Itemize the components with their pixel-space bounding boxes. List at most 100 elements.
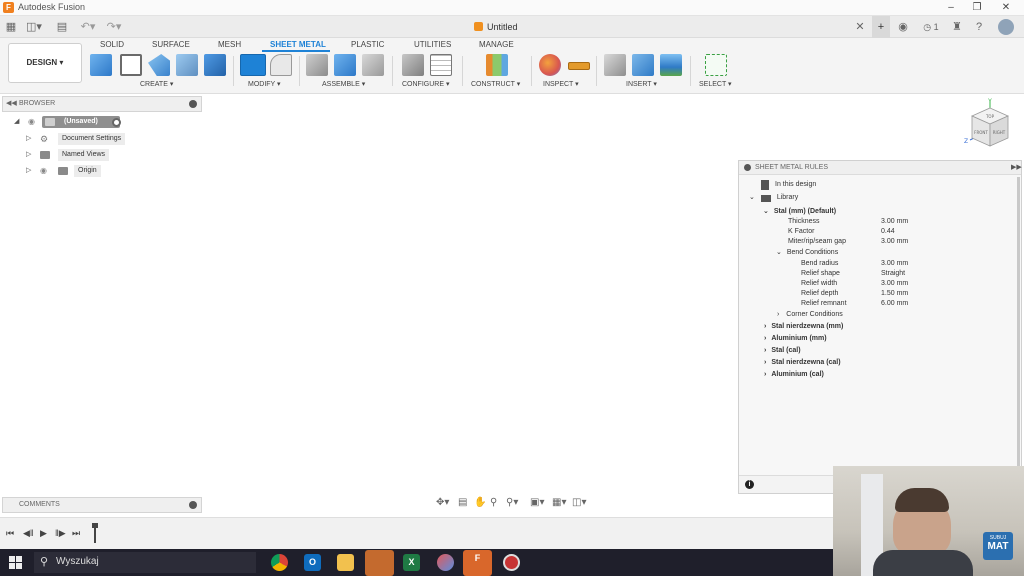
visibility-eye-icon[interactable]: ◉ bbox=[40, 165, 47, 177]
comments-panel-header[interactable]: COMMENTS bbox=[2, 497, 202, 513]
bend-prop-value[interactable]: 3.00 mm bbox=[881, 259, 908, 269]
insert-canvas-icon[interactable] bbox=[660, 54, 682, 76]
notifications-icon[interactable]: ♜ bbox=[950, 16, 964, 38]
fusion-taskbar-icon[interactable]: F bbox=[463, 550, 492, 576]
rule-item[interactable]: › Aluminium (cal) bbox=[764, 370, 824, 380]
rule-item[interactable]: › Stal nierdzewna (cal) bbox=[764, 358, 841, 368]
apps-grid-icon[interactable]: ▦ bbox=[4, 16, 18, 38]
orbit-icon[interactable]: ✥▾ bbox=[436, 497, 449, 508]
rule-item[interactable]: › Stal (cal) bbox=[764, 346, 801, 356]
windows-start-icon[interactable] bbox=[9, 556, 22, 569]
play-icon[interactable]: ▶ bbox=[40, 528, 47, 539]
corner-conditions-group[interactable]: › Corner Conditions bbox=[777, 310, 843, 320]
bend-prop-value[interactable]: 1.50 mm bbox=[881, 289, 908, 299]
bend-prop-value[interactable]: 6.00 mm bbox=[881, 299, 908, 309]
group-insert-label[interactable]: INSERT ▾ bbox=[626, 80, 657, 88]
box-icon[interactable] bbox=[204, 54, 226, 76]
refold-icon[interactable] bbox=[270, 54, 292, 76]
rule-item[interactable]: › Aluminium (mm) bbox=[764, 334, 827, 344]
browser-item-origin[interactable]: ▷ ◉ Origin bbox=[24, 165, 108, 177]
bend-conditions-group[interactable]: ⌄ Bend Conditions bbox=[776, 248, 838, 258]
group-create-label[interactable]: CREATE ▾ bbox=[140, 80, 173, 88]
help-icon[interactable]: ? bbox=[972, 16, 986, 38]
workspace-switcher[interactable]: DESIGN ▾ bbox=[8, 43, 82, 83]
zoom-icon[interactable]: ⚲ bbox=[490, 497, 497, 508]
expand-chevron-icon[interactable]: › bbox=[777, 311, 779, 318]
insert-mcmaster-icon[interactable] bbox=[632, 54, 654, 76]
visibility-eye-icon[interactable]: ◉ bbox=[28, 116, 35, 128]
document-tab[interactable]: Untitled bbox=[474, 20, 518, 35]
group-modify-label[interactable]: MODIFY ▾ bbox=[248, 80, 281, 88]
step-forward-icon[interactable]: ‖▶ bbox=[55, 528, 66, 539]
insert-derive-icon[interactable] bbox=[604, 54, 626, 76]
expand-triangle-icon[interactable]: ▷ bbox=[26, 149, 31, 161]
viewports-icon[interactable]: ◫▾ bbox=[572, 497, 586, 508]
grid-icon[interactable]: ▦▾ bbox=[552, 497, 566, 508]
tab-surface[interactable]: SURFACE bbox=[152, 40, 190, 49]
fit-icon[interactable]: ⚲▾ bbox=[506, 497, 518, 508]
bend-prop-value[interactable]: Straight bbox=[881, 269, 905, 279]
recorder-icon[interactable] bbox=[503, 554, 520, 571]
minimize-icon[interactable]: – bbox=[944, 1, 958, 15]
prop-value[interactable]: 0.44 bbox=[881, 227, 895, 237]
viewcube[interactable]: TOP FRONT RIGHT Y Z bbox=[962, 96, 1016, 152]
rules-panel-header[interactable]: SHEET METAL RULES ▶▶ bbox=[739, 161, 1022, 175]
taskbar-search[interactable]: ⚲ Wyszukaj bbox=[34, 552, 256, 573]
maximize-icon[interactable]: ❐ bbox=[970, 1, 984, 15]
tab-manage[interactable]: MANAGE bbox=[479, 40, 514, 49]
screen-capture-icon[interactable] bbox=[365, 550, 394, 576]
rules-scrollbar[interactable] bbox=[1017, 177, 1020, 477]
tab-utilities[interactable]: UTILITIES bbox=[414, 40, 451, 49]
pan-hand-icon[interactable]: ✋ bbox=[474, 497, 486, 508]
look-at-icon[interactable]: ▤ bbox=[458, 497, 467, 508]
file-explorer-icon[interactable] bbox=[337, 554, 354, 571]
info-icon[interactable]: i bbox=[745, 480, 754, 489]
new-component-icon[interactable] bbox=[90, 54, 112, 76]
bend-prop-value[interactable]: 3.00 mm bbox=[881, 279, 908, 289]
expand-triangle-icon[interactable]: ▷ bbox=[26, 165, 31, 177]
measure-appearance-icon[interactable] bbox=[539, 54, 561, 76]
go-to-start-icon[interactable]: ⏮ bbox=[6, 528, 14, 539]
collapse-chevron-icon[interactable]: ⌄ bbox=[776, 249, 782, 256]
expand-panel-icon[interactable]: ▶▶ bbox=[1011, 163, 1022, 171]
new-tab-icon[interactable]: + bbox=[872, 16, 890, 38]
excel-icon[interactable]: X bbox=[403, 554, 420, 571]
flange-icon[interactable] bbox=[148, 54, 170, 76]
browser-root-item[interactable]: ◢ ◉ (Unsaved) bbox=[12, 116, 132, 128]
tab-plastic[interactable]: PLASTIC bbox=[351, 40, 384, 49]
create-sketch-icon[interactable] bbox=[120, 54, 142, 76]
offset-plane-icon[interactable] bbox=[486, 54, 508, 76]
browser-item-named-views[interactable]: ▷ Named Views bbox=[24, 149, 114, 161]
display-settings-icon[interactable]: ▣▾ bbox=[530, 497, 544, 508]
as-built-joint-icon[interactable] bbox=[362, 54, 384, 76]
collapse-chevron-icon[interactable]: ⌄ bbox=[749, 194, 755, 201]
unfold-icon[interactable] bbox=[240, 54, 266, 76]
paint-icon[interactable] bbox=[437, 554, 454, 571]
configuration-table-icon[interactable] bbox=[430, 54, 452, 76]
expand-triangle-icon[interactable]: ▷ bbox=[26, 133, 31, 145]
go-to-end-icon[interactable]: ⏭ bbox=[72, 528, 80, 539]
step-back-icon[interactable]: ◀‖ bbox=[23, 528, 34, 539]
user-avatar[interactable] bbox=[998, 19, 1014, 35]
undo-icon[interactable]: ↶▾ bbox=[78, 16, 98, 38]
rules-in-this-design[interactable]: In this design bbox=[761, 180, 816, 190]
collapse-triangle-icon[interactable]: ◢ bbox=[14, 116, 19, 128]
group-select-label[interactable]: SELECT ▾ bbox=[699, 80, 732, 88]
collapse-panel-icon[interactable]: ◀◀ bbox=[6, 99, 17, 107]
activate-radio-icon[interactable] bbox=[112, 118, 121, 127]
redo-icon[interactable]: ↷▾ bbox=[104, 16, 124, 38]
file-menu-icon[interactable]: ◫▾ bbox=[26, 16, 42, 38]
tab-solid[interactable]: SOLID bbox=[100, 40, 124, 49]
prop-value[interactable]: 3.00 mm bbox=[881, 237, 908, 247]
joint-icon[interactable] bbox=[306, 54, 328, 76]
rule-item[interactable]: › Stal nierdzewna (mm) bbox=[764, 322, 843, 332]
panel-pin-icon[interactable] bbox=[189, 501, 197, 509]
group-construct-label[interactable]: CONSTRUCT ▾ bbox=[471, 80, 520, 88]
browser-panel-header[interactable]: ◀◀ BROWSER bbox=[2, 96, 202, 112]
group-configure-label[interactable]: CONFIGURE ▾ bbox=[402, 80, 449, 88]
tab-mesh[interactable]: MESH bbox=[218, 40, 241, 49]
close-tab-icon[interactable]: ✕ bbox=[854, 16, 866, 38]
new-component-assemble-icon[interactable] bbox=[334, 54, 356, 76]
rule-stal-mm-default[interactable]: ⌄ Stal (mm) (Default) bbox=[763, 207, 836, 217]
chrome-icon[interactable] bbox=[271, 554, 288, 571]
